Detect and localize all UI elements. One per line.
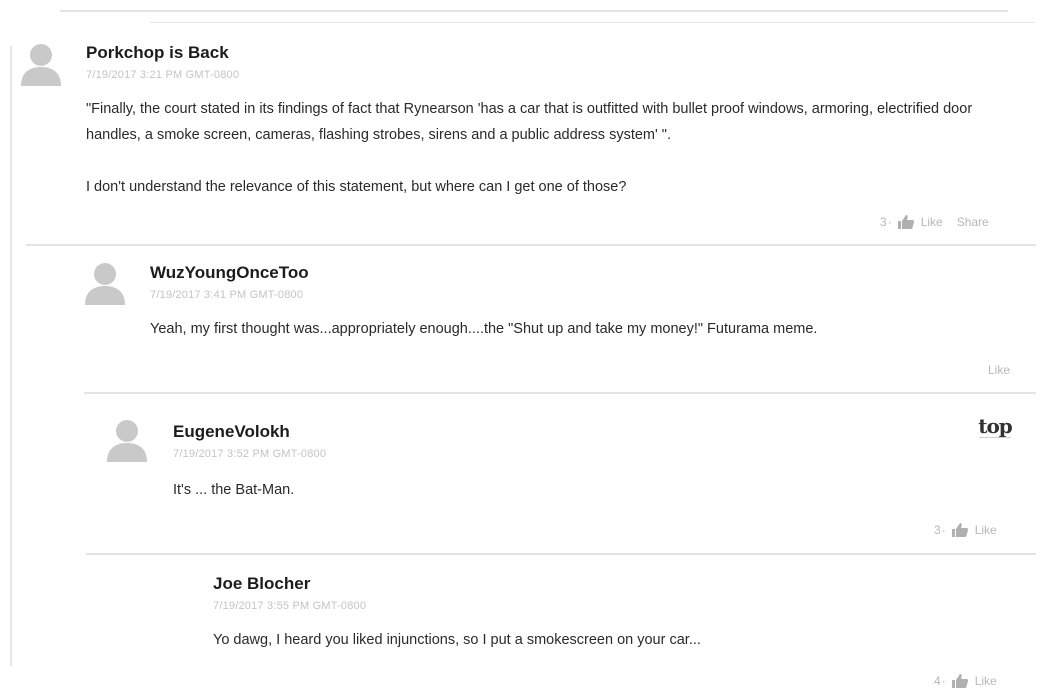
comment-author[interactable]: WuzYoungOnceToo <box>150 263 309 283</box>
like-count: 3 <box>934 523 941 537</box>
comment-actions: 3 · Like <box>934 522 997 538</box>
avatar[interactable] <box>20 40 62 86</box>
comment-author[interactable]: Joe Blocher <box>213 574 310 594</box>
comment-actions: Like <box>988 363 1010 377</box>
comment-actions: 3 · Like Share <box>880 214 989 230</box>
comment-divider <box>84 392 1036 394</box>
like-count: 3 <box>880 215 887 229</box>
comment-paragraph: I don't understand the relevance of this… <box>86 179 627 195</box>
comment-actions: 4 · Like <box>934 673 997 689</box>
comment-body: Yeah, my first thought was...appropriate… <box>150 316 1020 342</box>
top-divider <box>60 10 1008 12</box>
comment-divider <box>26 244 1036 246</box>
user-silhouette-icon <box>85 263 125 305</box>
user-silhouette-icon <box>107 420 147 462</box>
comment-thread: Porkchop is Back 7/19/2017 3:21 PM GMT-0… <box>0 0 1041 700</box>
separator: · <box>941 674 946 688</box>
comment-body: "Finally, the court stated in its findin… <box>86 96 1021 200</box>
like-button[interactable]: Like <box>988 363 1010 377</box>
thread-rail <box>10 46 12 666</box>
badge-underline-icon: —————— <box>979 435 1011 441</box>
top-divider-inner <box>150 22 1035 23</box>
comment-paragraph: Yeah, my first thought was...appropriate… <box>150 321 818 337</box>
comment-body: It's ... the Bat-Man. <box>173 477 1013 503</box>
like-button[interactable]: Like <box>975 523 997 537</box>
comment-timestamp[interactable]: 7/19/2017 3:52 PM GMT-0800 <box>173 448 326 460</box>
like-button[interactable]: Like <box>921 215 943 229</box>
comment-paragraph: "Finally, the court stated in its findin… <box>86 101 973 143</box>
comment-timestamp[interactable]: 7/19/2017 3:21 PM GMT-0800 <box>86 69 239 81</box>
separator: · <box>941 523 946 537</box>
like-button[interactable]: Like <box>975 674 997 688</box>
comment-timestamp[interactable]: 7/19/2017 3:55 PM GMT-0800 <box>213 600 366 612</box>
avatar[interactable] <box>84 259 126 305</box>
top-commenter-badge: top —————— <box>964 414 1026 441</box>
separator: · <box>887 215 892 229</box>
thumbs-up-icon[interactable] <box>951 522 969 538</box>
thumbs-up-icon[interactable] <box>897 214 915 230</box>
comment-timestamp[interactable]: 7/19/2017 3:41 PM GMT-0800 <box>150 289 303 301</box>
comment-paragraph: Yo dawg, I heard you liked injunctions, … <box>213 632 701 648</box>
avatar[interactable] <box>106 416 148 462</box>
user-silhouette-icon <box>21 44 61 86</box>
comment-paragraph: It's ... the Bat-Man. <box>173 482 295 498</box>
comment-body: Yo dawg, I heard you liked injunctions, … <box>213 627 1013 653</box>
thumbs-up-icon[interactable] <box>951 673 969 689</box>
share-button[interactable]: Share <box>957 215 989 229</box>
comment-divider <box>86 553 1036 555</box>
comment-author[interactable]: EugeneVolokh <box>173 422 290 442</box>
comment-author[interactable]: Porkchop is Back <box>86 43 229 63</box>
badge-word: top <box>978 414 1013 438</box>
like-count: 4 <box>934 674 941 688</box>
